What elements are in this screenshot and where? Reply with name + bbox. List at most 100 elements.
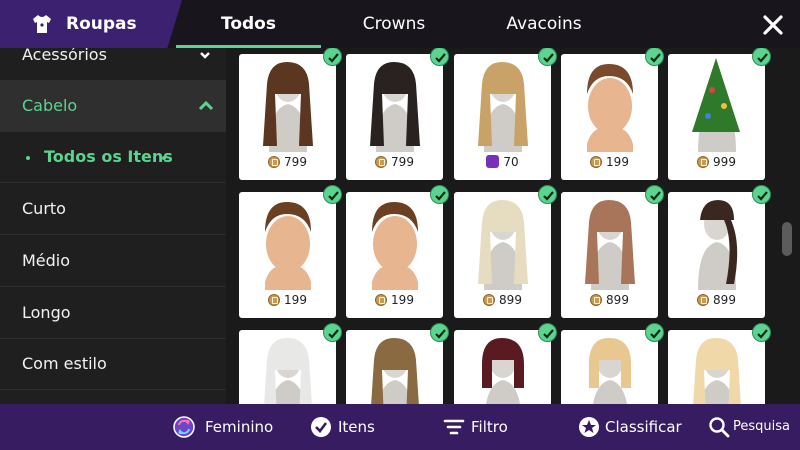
owned-check-icon [752,185,771,204]
item-price: 999 [668,155,765,169]
avacoin-icon [590,294,603,306]
sidebar-item-com-estilo[interactable]: Com estilo [0,339,226,390]
item-card[interactable] [561,323,664,404]
item-card[interactable]: 799 [239,48,342,180]
sidebar-item-label: Longo [22,303,71,322]
itens-button[interactable]: Itens [310,404,390,450]
bullet-dot [26,156,30,160]
item-card[interactable]: 199 [346,185,449,318]
item-card[interactable] [239,323,342,404]
page-title: Roupas [66,14,137,34]
sidebar-item-label: Cabelo [22,96,78,115]
star-badge-icon [579,417,599,437]
owned-check-icon [645,185,664,204]
filtro-button[interactable]: Filtro [443,404,523,450]
itens-label: Itens [338,418,375,436]
hair-thumbnail [371,338,419,404]
check-circle-icon [311,417,331,437]
avacoin-icon [483,294,496,306]
price-value: 999 [713,155,736,169]
filter-lines-icon [443,419,465,435]
item-price: 199 [561,155,658,169]
tab-avacoins[interactable]: Avacoins [474,0,614,48]
owned-check-icon [323,323,342,342]
hair-thumbnail [585,200,635,290]
item-card[interactable]: 199 [239,185,342,318]
tab-crowns[interactable]: Crowns [334,0,454,48]
item-card[interactable] [668,323,771,404]
sidebar-item-longo[interactable]: Longo [0,288,226,339]
sidebar-item-curto[interactable]: Curto [0,184,226,235]
avacoin-icon [697,156,710,168]
avacoin-icon [268,294,281,306]
hair-thumbnail [589,338,631,404]
price-value: 799 [284,155,307,169]
item-card[interactable]: 199 [561,48,664,180]
price-value: 199 [606,155,629,169]
item-card[interactable]: 999 [668,48,771,180]
price-value: 70 [503,155,519,169]
sidebar-item-cabelo[interactable]: Cabelo [0,81,226,132]
hair-thumbnail [370,62,420,152]
price-value: 899 [606,293,629,307]
item-card[interactable]: 70 [454,48,557,180]
item-card[interactable]: 799 [346,48,449,180]
brand-block: Roupas [0,0,182,48]
hair-thumbnail [263,62,313,152]
sidebar-item-medio[interactable]: Médio [0,236,226,287]
item-price: 899 [561,293,658,307]
item-price: 70 [454,155,551,169]
avacoin-icon [375,294,388,306]
search-icon [709,417,730,438]
owned-check-icon [538,323,557,342]
price-value: 799 [391,155,414,169]
price-value: 199 [391,293,414,307]
filtro-label: Filtro [471,418,508,436]
item-price: 899 [668,293,765,307]
owned-check-icon [323,48,342,66]
bottom-toolbar: Feminino Itens Filtro Classificar Pesqui… [0,404,800,450]
item-card[interactable]: 899 [668,185,771,318]
hair-thumbnail [693,338,741,404]
item-card[interactable] [454,323,557,404]
owned-check-icon [752,48,771,66]
owned-check-icon [430,48,449,66]
hair-thumbnail [478,200,528,290]
sidebar-item-label: Com estilo [22,354,107,373]
sidebar-item-todos-os-itens[interactable]: Todos os Itens [0,132,226,183]
items-grid: 799 799 70 199 999 199 199 899 899 899 [226,48,800,404]
owned-check-icon [752,323,771,342]
sidebar-item-label: Curto [22,199,66,218]
pesquisa-button[interactable]: Pesquisa [708,404,798,450]
shirt-icon [33,15,51,33]
hair-thumbnail [698,200,738,290]
avacoin-icon [697,294,710,306]
top-bar: Roupas Todos Crowns Avacoins [0,0,800,48]
sidebar-item-label: Acessórios [22,48,107,64]
hair-thumbnail [692,58,740,152]
hair-thumbnail [372,202,418,290]
hair-thumbnail [482,338,524,404]
hair-thumbnail [587,64,633,152]
price-value: 899 [499,293,522,307]
hair-thumbnail [264,338,312,404]
price-value: 199 [284,293,307,307]
owned-check-icon [430,323,449,342]
avacoin-icon [268,156,281,168]
item-card[interactable]: 899 [561,185,664,318]
feminino-label: Feminino [205,418,274,436]
item-card[interactable] [346,323,449,404]
classificar-button[interactable]: Classificar [578,404,688,450]
feminino-button[interactable]: Feminino [173,404,283,450]
tab-todos[interactable]: Todos [176,0,321,48]
scrollbar-thumb[interactable] [782,222,792,256]
chevron-up-icon [198,100,214,111]
close-icon[interactable] [760,12,786,38]
hair-thumbnail [265,202,311,290]
hair-thumbnail [478,62,528,152]
item-card[interactable]: 899 [454,185,557,318]
sidebar-item-acessorios[interactable]: Acessórios [0,48,226,81]
bullet-dot [162,156,166,160]
avacoin-icon [375,156,388,168]
owned-check-icon [538,185,557,204]
